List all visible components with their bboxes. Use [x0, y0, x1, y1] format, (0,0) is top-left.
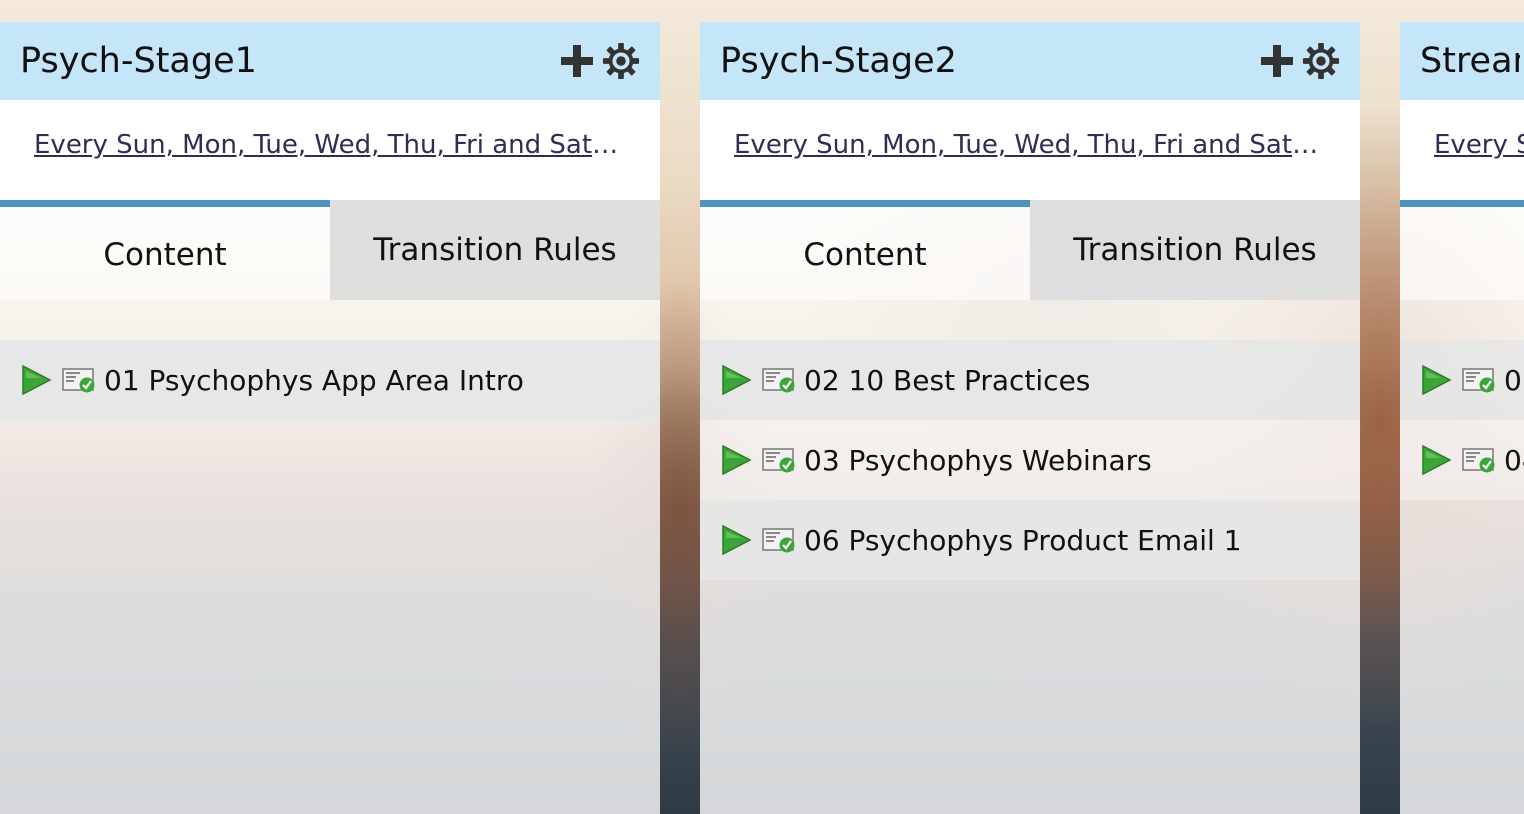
email-approved-icon	[762, 526, 796, 554]
tab-content[interactable]: Content	[700, 200, 1030, 300]
content-list: 01 Psychophys App Area Intro	[0, 340, 660, 420]
stream-tabs: Content Transition Rules	[700, 200, 1360, 300]
email-approved-icon	[1462, 446, 1496, 474]
play-icon	[720, 524, 752, 556]
email-approved-icon	[762, 366, 796, 394]
stream-tabs: Content Transition Rules	[0, 200, 660, 300]
item-label: 02 10 Best Practices	[804, 363, 1091, 397]
play-icon	[720, 364, 752, 396]
play-icon	[720, 444, 752, 476]
email-approved-icon	[62, 366, 96, 394]
stream-title: Psych-Stage1	[20, 41, 257, 81]
stream-header: Stream	[1400, 22, 1524, 100]
schedule-row: Every Sun, Mon, Tue, Wed, Thu, Fri and S…	[700, 100, 1360, 200]
header-actions	[558, 22, 640, 100]
stream-card-stage1: Psych-Stage1 Every Sun, Mon, Tue, Wed, T…	[0, 22, 660, 814]
stream-title: Psych-Stage2	[720, 41, 957, 81]
schedule-link[interactable]: Every Sun, Mon, Tue, Wed, Thu, Fri and S…	[734, 130, 1324, 160]
schedule-row: Every Sun, Mon, Tue, Wed, Thu, Fri and S…	[0, 100, 660, 200]
schedule-link[interactable]: Every S	[1434, 130, 1524, 160]
item-label: 04	[1504, 443, 1524, 477]
schedule-link[interactable]: Every Sun, Mon, Tue, Wed, Thu, Fri and S…	[34, 130, 624, 160]
play-icon	[1420, 444, 1452, 476]
list-item[interactable]: 05	[1400, 340, 1524, 420]
play-icon	[20, 364, 52, 396]
tab-transition-rules[interactable]: Transition Rules	[330, 200, 660, 300]
email-approved-icon	[1462, 366, 1496, 394]
content-list: 05 04	[1400, 340, 1524, 500]
gear-icon[interactable]	[1302, 42, 1340, 80]
gear-icon[interactable]	[602, 42, 640, 80]
item-label: 06 Psychophys Product Email 1	[804, 523, 1242, 557]
list-item[interactable]: 02 10 Best Practices	[700, 340, 1360, 420]
stream-header: Psych-Stage1	[0, 22, 660, 100]
tab-content[interactable]: Content	[0, 200, 330, 300]
stream-card-stage3: Stream Every S C 05	[1400, 22, 1524, 814]
schedule-row: Every S	[1400, 100, 1524, 200]
list-item[interactable]: 01 Psychophys App Area Intro	[0, 340, 660, 420]
list-item[interactable]: 04	[1400, 420, 1524, 500]
list-item[interactable]: 03 Psychophys Webinars	[700, 420, 1360, 500]
plus-icon[interactable]	[1258, 42, 1296, 80]
email-approved-icon	[762, 446, 796, 474]
stream-card-stage2: Psych-Stage2 Every Sun, Mon, Tue, Wed, T…	[700, 22, 1360, 814]
content-list: 02 10 Best Practices 03 Psychophys Webin…	[700, 340, 1360, 580]
stream-tabs: C	[1400, 200, 1524, 300]
stream-header: Psych-Stage2	[700, 22, 1360, 100]
list-item[interactable]: 06 Psychophys Product Email 1	[700, 500, 1360, 580]
item-label: 03 Psychophys Webinars	[804, 443, 1152, 477]
item-label: 01 Psychophys App Area Intro	[104, 363, 524, 397]
tab-transition-rules[interactable]: Transition Rules	[1030, 200, 1360, 300]
play-icon	[1420, 364, 1452, 396]
plus-icon[interactable]	[558, 42, 596, 80]
stream-title: Stream	[1420, 41, 1520, 81]
tab-content[interactable]: C	[1400, 200, 1524, 300]
header-actions	[1258, 22, 1340, 100]
item-label: 05	[1504, 363, 1524, 397]
